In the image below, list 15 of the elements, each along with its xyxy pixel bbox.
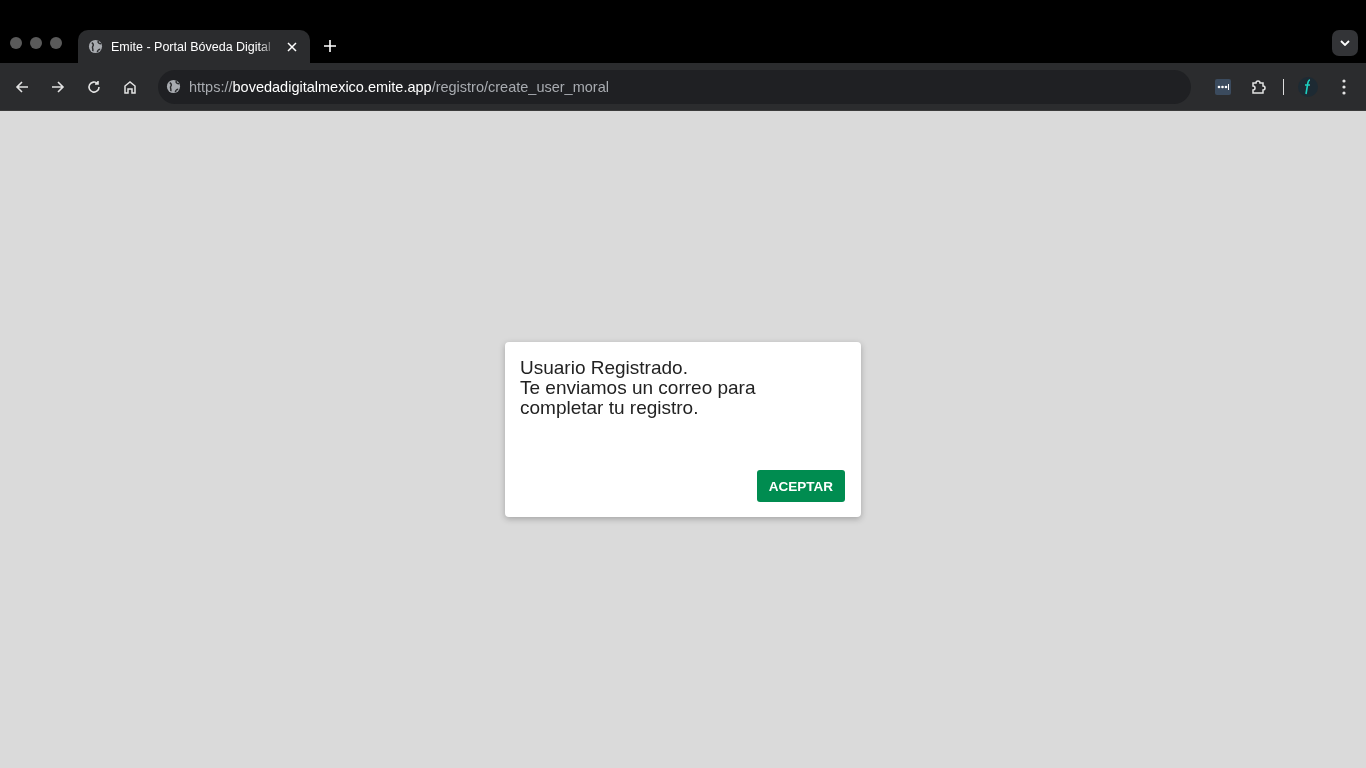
window-zoom-light[interactable] bbox=[50, 37, 62, 49]
chevron-icon bbox=[1340, 40, 1350, 46]
dialog-message: Te enviamos un correo para completar tu registro. bbox=[520, 378, 757, 418]
address-bar[interactable]: https://bovedadigitalmexico.emite.app/registro/create_user_moral bbox=[158, 69, 1191, 104]
browser-tab[interactable]: Emite - Portal Bóveda Digital bbox=[78, 30, 310, 63]
window-minimize-light[interactable] bbox=[30, 37, 42, 49]
tab-search-button[interactable] bbox=[1332, 30, 1358, 56]
globe-icon bbox=[166, 79, 181, 94]
url-text: https://bovedadigitalmexico.emite.app/registro/create_user_moral bbox=[189, 78, 609, 95]
globe-icon bbox=[88, 39, 103, 54]
tab-title: Emite - Portal Bóveda Digital bbox=[111, 39, 272, 54]
extension-icon[interactable] bbox=[1296, 74, 1320, 99]
window-close-light[interactable] bbox=[10, 37, 22, 49]
accept-button[interactable]: ACEPTAR bbox=[756, 470, 845, 502]
dialog-title: Usuario Registrado. bbox=[520, 358, 689, 378]
